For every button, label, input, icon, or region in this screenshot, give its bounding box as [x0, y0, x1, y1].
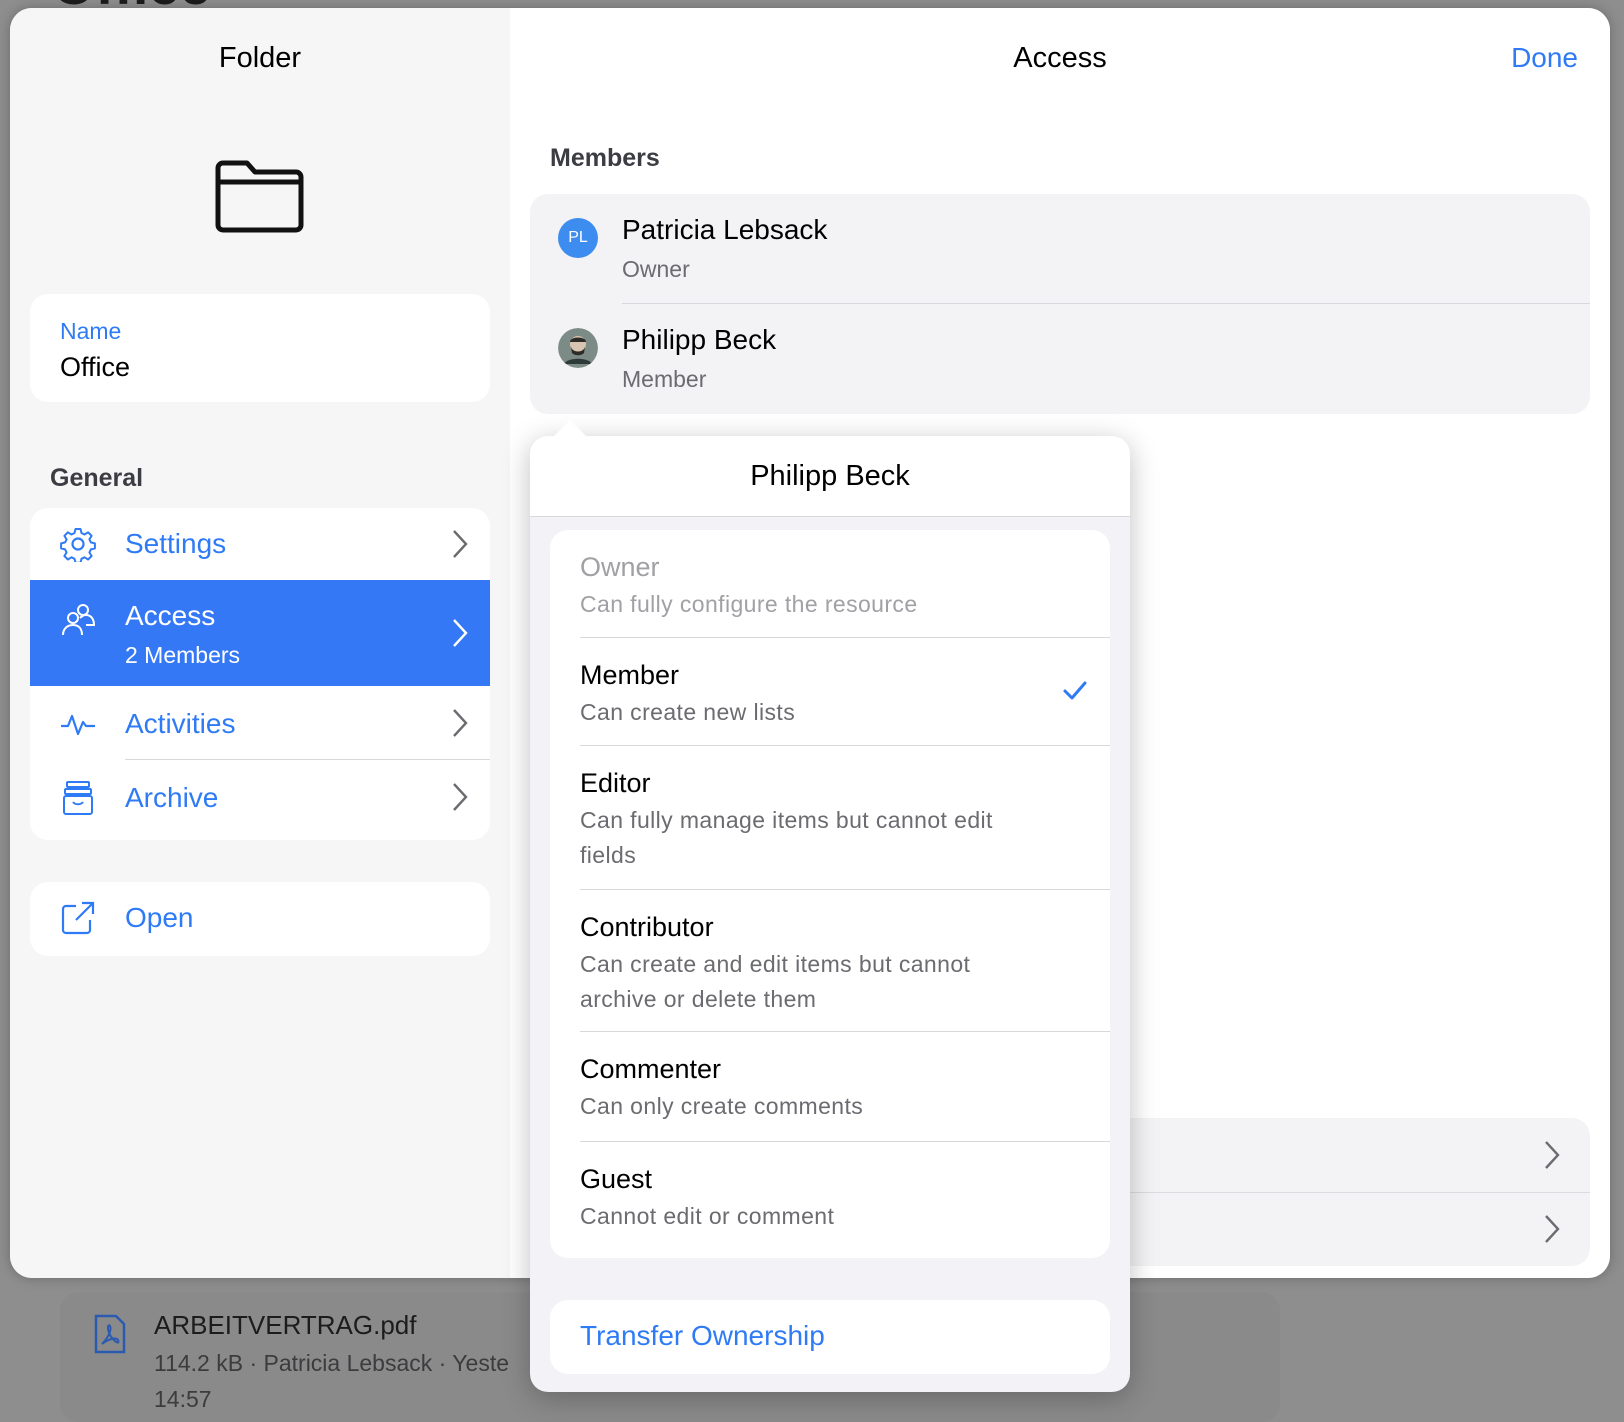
general-menu: Settings Access 2 Members Activities Arc…: [30, 508, 490, 840]
member-row-philipp[interactable]: Philipp Beck Member: [530, 304, 1590, 414]
pdf-file-icon: [94, 1314, 126, 1354]
role-name: Editor: [580, 768, 651, 798]
member-role: Owner: [622, 256, 690, 282]
popover-header: Philipp Beck: [530, 436, 1130, 517]
avatar: PL: [558, 218, 598, 258]
folder-sidebar: Folder Name Office General Settings Acce…: [10, 8, 510, 1278]
role-list: Owner Can fully configure the resource M…: [550, 530, 1110, 1258]
sidebar-item-label: Activities: [125, 708, 236, 739]
folder-icon: [215, 160, 304, 233]
chevron-right-icon: [1545, 1215, 1560, 1243]
sidebar-title: Folder: [218, 42, 302, 74]
external-link-icon: [61, 901, 95, 935]
people-icon: [62, 604, 96, 636]
role-option-member[interactable]: Member Can create new lists: [550, 638, 1110, 746]
member-row-patricia[interactable]: PL Patricia Lebsack Owner: [530, 194, 1590, 304]
role-description: Can create new lists: [580, 699, 796, 725]
file-name: ARBEITVERTRAG.pdf: [154, 1310, 417, 1340]
avatar: [558, 328, 598, 368]
sidebar-item-label: Archive: [125, 782, 219, 813]
file-time: 14:57: [154, 1386, 212, 1412]
role-option-editor[interactable]: Editor Can fully manage items but cannot…: [550, 746, 1110, 890]
role-option-contributor[interactable]: Contributor Can create and edit items bu…: [550, 890, 1110, 1032]
role-description: Can create and edit items but cannot arc…: [580, 951, 971, 1012]
role-option-guest[interactable]: Guest Cannot edit or comment: [550, 1142, 1110, 1258]
member-name: Philipp Beck: [622, 324, 777, 355]
members-list: PL Patricia Lebsack Owner Philipp Beck M…: [530, 194, 1590, 414]
role-name: Guest: [580, 1164, 653, 1194]
role-name: Member: [580, 660, 680, 690]
open-button[interactable]: Open: [30, 882, 490, 956]
role-name: Contributor: [580, 912, 714, 942]
section-header-general: General: [50, 464, 144, 492]
role-name: Commenter: [580, 1054, 722, 1084]
role-description: Cannot edit or comment: [580, 1203, 835, 1229]
chevron-right-icon: [453, 709, 468, 737]
sidebar-item-activities[interactable]: Activities: [30, 686, 490, 760]
member-role: Member: [622, 366, 707, 392]
sidebar-item-access[interactable]: Access 2 Members: [30, 580, 490, 686]
page-title: Access: [1013, 42, 1107, 74]
section-header-members: Members: [550, 144, 660, 172]
chevron-right-icon: [1545, 1141, 1560, 1169]
popover-title: Philipp Beck: [750, 460, 910, 492]
done-button[interactable]: Done: [1511, 42, 1578, 74]
role-description: Can fully configure the resource: [580, 591, 918, 617]
activity-icon: [61, 714, 95, 736]
open-label: Open: [125, 902, 194, 933]
sidebar-item-label: Access: [125, 600, 216, 631]
checkmark-icon: [1063, 681, 1087, 700]
chevron-right-icon: [453, 783, 468, 811]
role-name: Owner: [580, 552, 660, 582]
chevron-right-icon: [453, 619, 468, 647]
sidebar-item-settings[interactable]: Settings: [30, 508, 490, 580]
name-label: Name: [60, 318, 122, 344]
transfer-ownership-label: Transfer Ownership: [580, 1320, 825, 1351]
role-description: Can only create comments: [580, 1093, 864, 1119]
role-description: Can fully manage items but cannot edit f…: [580, 807, 993, 868]
sidebar-item-archive[interactable]: Archive: [30, 760, 490, 840]
sidebar-item-sublabel: 2 Members: [125, 642, 241, 668]
role-option-commenter[interactable]: Commenter Can only create comments: [550, 1032, 1110, 1142]
name-field[interactable]: Name Office: [30, 294, 490, 402]
archive-icon: [63, 781, 93, 815]
name-value[interactable]: Office: [60, 352, 130, 383]
role-option-owner[interactable]: Owner Can fully configure the resource: [550, 530, 1110, 638]
sidebar-item-label: Settings: [125, 528, 227, 559]
member-name: Patricia Lebsack: [622, 214, 828, 245]
file-meta: 114.2 kB · Patricia Lebsack · Yeste: [154, 1350, 509, 1376]
gear-icon: [60, 528, 96, 562]
chevron-right-icon: [453, 530, 468, 558]
transfer-ownership-button[interactable]: Transfer Ownership: [550, 1300, 1110, 1374]
role-popover: Philipp Beck Owner Can fully configure t…: [530, 420, 1130, 1392]
